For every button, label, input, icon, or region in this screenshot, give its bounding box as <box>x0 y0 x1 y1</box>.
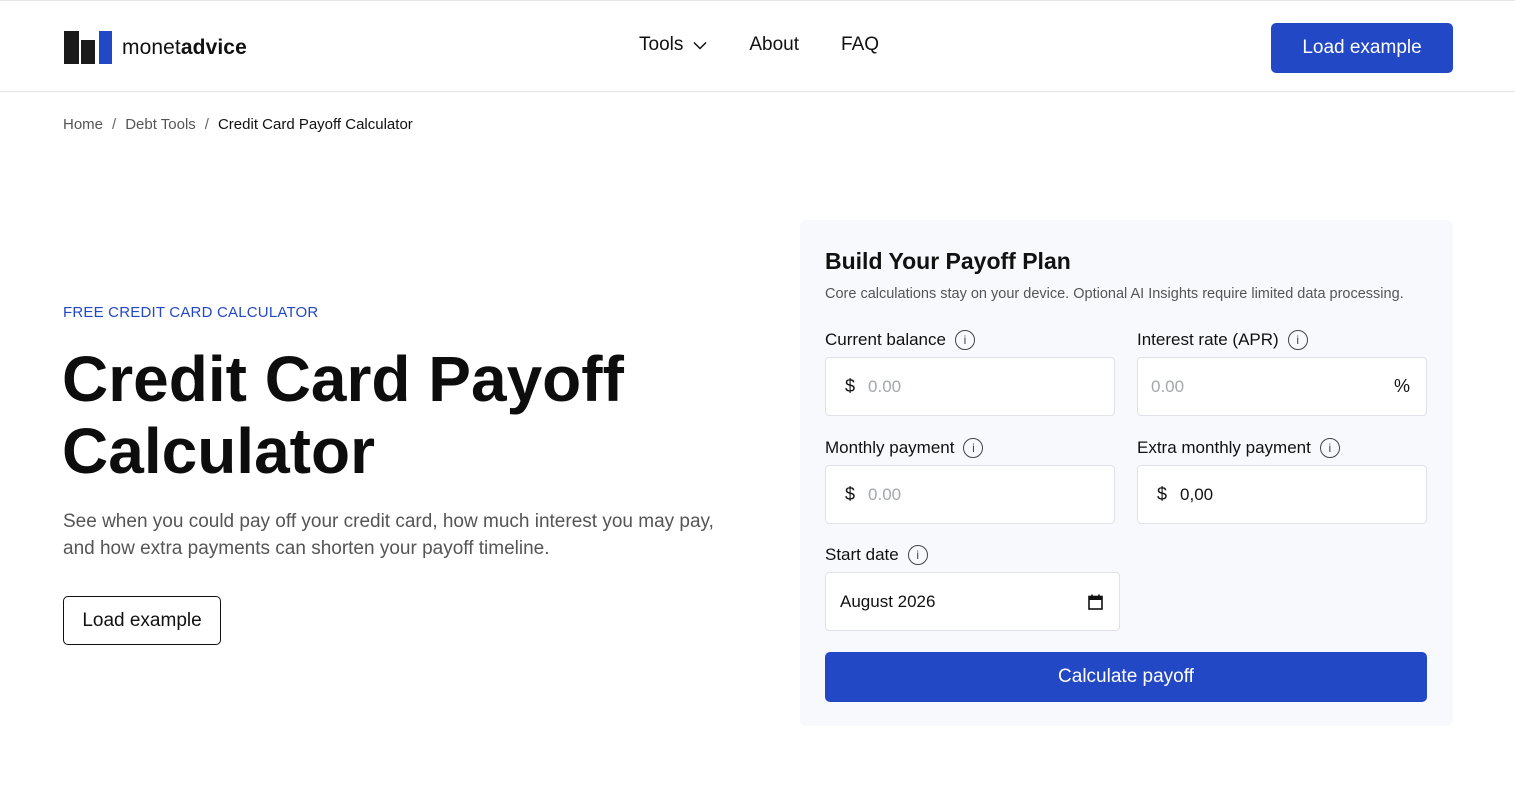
currency-prefix: $ <box>845 484 856 504</box>
form-subtitle: Core calculations stay on your device. O… <box>825 286 1404 302</box>
monthly-input[interactable]: $ 0.00 <box>825 465 1115 524</box>
monthly-label-text: Monthly payment <box>825 438 955 457</box>
page-title-line1: Credit Card Payoff <box>62 343 624 415</box>
extra-input[interactable]: $ 0,00 <box>1137 465 1427 524</box>
main-nav: Tools About FAQ <box>639 34 879 56</box>
monthly-placeholder: 0.00 <box>868 484 902 504</box>
breadcrumb-separator: / <box>204 116 209 133</box>
extra-label-text: Extra monthly payment <box>1137 438 1311 457</box>
start-date-label: Start date i <box>825 545 928 565</box>
balance-input[interactable]: $ 0.00 <box>825 357 1115 416</box>
hero-load-example-button[interactable]: Load example <box>63 596 221 645</box>
nav-tools-label: Tools <box>639 34 684 55</box>
nav-faq-label: FAQ <box>841 34 880 55</box>
logo[interactable]: monetadvice <box>64 31 247 64</box>
nav-faq[interactable]: FAQ <box>841 34 879 56</box>
form-title: Build Your Payoff Plan <box>825 248 1071 274</box>
logo-text: monetadvice <box>122 35 247 59</box>
start-date-label-text: Start date <box>825 545 899 564</box>
info-icon[interactable]: i <box>1319 438 1340 458</box>
extra-label: Extra monthly payment i <box>1137 438 1340 458</box>
percent-suffix: % <box>1393 376 1410 396</box>
breadcrumb-debt-tools[interactable]: Debt Tools <box>125 116 196 133</box>
apr-input[interactable]: 0.00 % <box>1137 357 1427 416</box>
monthly-label: Monthly payment i <box>825 438 984 458</box>
info-icon[interactable]: i <box>963 438 984 458</box>
nav-about-label: About <box>749 34 800 55</box>
start-date-input[interactable]: August 2026 <box>825 572 1120 631</box>
page-title: Credit Card Payoff Calculator <box>62 343 762 487</box>
apr-label-text: Interest rate (APR) <box>1137 330 1279 349</box>
logo-icon <box>64 31 112 64</box>
balance-label-text: Current balance <box>825 330 946 349</box>
start-date-value: August 2026 <box>840 591 936 611</box>
nav-tools[interactable]: Tools <box>639 34 707 56</box>
apr-placeholder: 0.00 <box>1151 376 1185 396</box>
hero-description: See when you could pay off your credit c… <box>63 511 714 559</box>
balance-label: Current balance i <box>825 330 975 350</box>
currency-prefix: $ <box>1157 484 1168 504</box>
hero-eyebrow: FREE CREDIT CARD CALCULATOR <box>63 304 319 321</box>
calculate-payoff-button[interactable]: Calculate payoff <box>825 652 1427 702</box>
apr-label: Interest rate (APR) i <box>1137 330 1308 350</box>
breadcrumb-home[interactable]: Home <box>63 116 103 133</box>
info-icon[interactable]: i <box>954 330 975 350</box>
breadcrumb: Home / Debt Tools / Credit Card Payoff C… <box>63 116 413 133</box>
breadcrumb-current: Credit Card Payoff Calculator <box>217 116 413 133</box>
page-title-line2: Calculator <box>62 415 375 487</box>
balance-placeholder: 0.00 <box>868 376 902 396</box>
currency-prefix: $ <box>845 376 856 396</box>
breadcrumb-separator: / <box>112 116 117 133</box>
extra-value: 0,00 <box>1180 484 1214 504</box>
payoff-form-card: Build Your Payoff Plan Core calculations… <box>800 220 1453 726</box>
info-icon[interactable]: i <box>1287 330 1308 350</box>
site-header: monetadvice Tools About FAQ Load example <box>0 0 1515 92</box>
header-load-example-button[interactable]: Load example <box>1271 23 1453 73</box>
nav-about[interactable]: About <box>749 34 799 56</box>
chevron-down-icon <box>693 41 707 50</box>
calendar-icon[interactable] <box>1088 594 1103 610</box>
info-icon[interactable]: i <box>907 545 928 565</box>
